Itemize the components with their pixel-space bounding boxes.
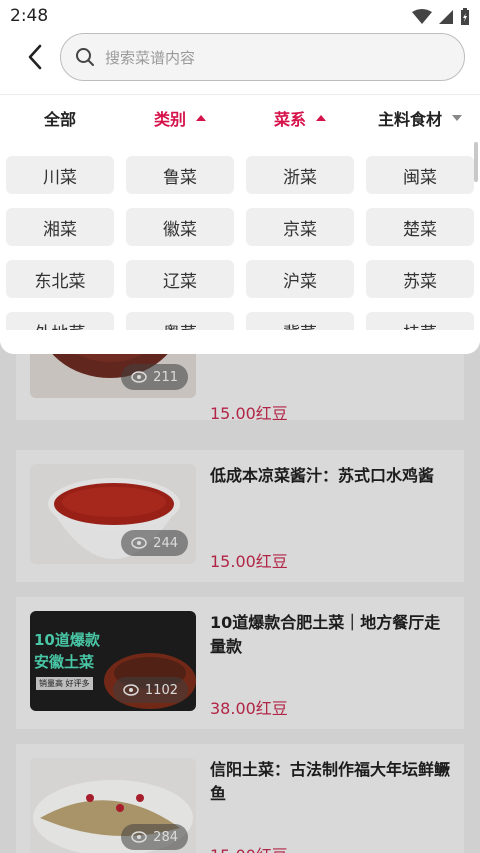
recipe-price: 15.00红豆: [210, 842, 288, 853]
recipe-card[interactable]: 244 低成本凉菜酱汁：苏式口水鸡酱 15.00红豆: [16, 450, 464, 582]
filter-tab-label: 全部: [43, 109, 76, 129]
back-arrow-icon: [28, 44, 42, 70]
recipe-price: 15.00红豆: [210, 552, 288, 571]
caret-up-icon: [196, 114, 206, 121]
cuisine-chip[interactable]: 辽菜: [126, 260, 234, 298]
search-input[interactable]: 搜索菜谱内容: [60, 33, 465, 81]
recipe-title: 信阳土菜：古法制作福大年坛鲜鳜鱼: [210, 760, 451, 803]
cuisine-chip[interactable]: 沪菜: [246, 260, 354, 298]
view-count-value: 1102: [144, 682, 178, 698]
cuisine-chip[interactable]: 苏菜: [366, 260, 474, 298]
filter-tab-all[interactable]: 全部: [0, 95, 120, 140]
eye-icon: [131, 831, 147, 843]
recipe-title: 低成本凉菜酱汁：苏式口水鸡酱: [210, 466, 435, 485]
eye-icon: [131, 371, 147, 383]
filter-tab-main-ingredient[interactable]: 主料食材: [360, 95, 480, 140]
cuisine-dropdown: 川菜 鲁菜 浙菜 闽菜 湘菜 徽菜 京菜 楚菜 东北菜 辽菜 沪菜 苏菜 外地菜…: [0, 140, 480, 354]
filter-tab-cuisine[interactable]: 菜系: [240, 95, 360, 140]
filter-tab-label: 类别: [153, 109, 186, 129]
filter-tab-label: 菜系: [273, 109, 306, 129]
dropdown-bottom-edge: [0, 330, 480, 354]
cuisine-chip[interactable]: 闽菜: [366, 156, 474, 194]
thumb-tagline: 销量高 好评多: [36, 677, 93, 690]
view-count: 1102: [112, 677, 188, 703]
wifi-icon: [412, 9, 432, 24]
cuisine-chip[interactable]: 湘菜: [6, 208, 114, 246]
cuisine-chip[interactable]: 川菜: [6, 156, 114, 194]
filter-tab-category[interactable]: 类别: [120, 95, 240, 140]
view-count: 244: [121, 530, 188, 556]
thumb-caption: 安徽土菜: [34, 653, 95, 671]
filter-bar: 全部 类别 菜系 主料食材: [0, 94, 480, 140]
battery-icon: [461, 8, 469, 25]
eye-icon: [131, 537, 147, 549]
status-bar: 2:48: [0, 0, 480, 32]
search-icon: [76, 48, 94, 66]
search-header: 搜索菜谱内容: [0, 32, 480, 94]
cuisine-chip[interactable]: 鲁菜: [126, 156, 234, 194]
cuisine-chip[interactable]: 京菜: [246, 208, 354, 246]
caret-down-icon: [452, 114, 462, 121]
filter-tab-label: 主料食材: [377, 109, 442, 129]
recipe-thumbnail: 10道爆款 安徽土菜 销量高 好评多 1102: [30, 611, 196, 711]
view-count: 211: [121, 364, 188, 390]
dropdown-scrollbar[interactable]: [474, 142, 478, 182]
status-icons: [412, 8, 470, 26]
caret-up-icon: [316, 114, 326, 121]
view-count-value: 211: [153, 369, 178, 385]
view-count-value: 284: [153, 829, 178, 845]
back-button[interactable]: [20, 42, 50, 72]
recipe-thumbnail: 284: [30, 758, 196, 853]
recipe-card[interactable]: 284 信阳土菜：古法制作福大年坛鲜鳜鱼 15.00红豆: [16, 744, 464, 853]
eye-icon: [123, 684, 139, 696]
search-placeholder: 搜索菜谱内容: [105, 48, 196, 67]
view-count-value: 244: [153, 535, 178, 551]
recipe-title: 10道爆款合肥土菜｜地方餐厅走量款: [210, 613, 441, 656]
recipe-price: 15.00红豆: [210, 404, 288, 423]
status-time: 2:48: [10, 6, 49, 26]
cuisine-chip[interactable]: 东北菜: [6, 260, 114, 298]
cuisine-chip[interactable]: 徽菜: [126, 208, 234, 246]
signal-icon: [439, 10, 453, 24]
cuisine-chip[interactable]: 楚菜: [366, 208, 474, 246]
thumb-caption: 10道爆款: [34, 631, 100, 649]
recipe-thumbnail: 244: [30, 464, 196, 564]
view-count: 284: [121, 824, 188, 850]
recipe-card[interactable]: 10道爆款 安徽土菜 销量高 好评多 1102 10道爆款合肥土菜｜地方餐厅走量…: [16, 597, 464, 729]
cuisine-chip-grid: 川菜 鲁菜 浙菜 闽菜 湘菜 徽菜 京菜 楚菜 东北菜 辽菜 沪菜 苏菜 外地菜…: [6, 156, 474, 350]
cuisine-chip[interactable]: 浙菜: [246, 156, 354, 194]
recipe-price: 38.00红豆: [210, 699, 288, 718]
